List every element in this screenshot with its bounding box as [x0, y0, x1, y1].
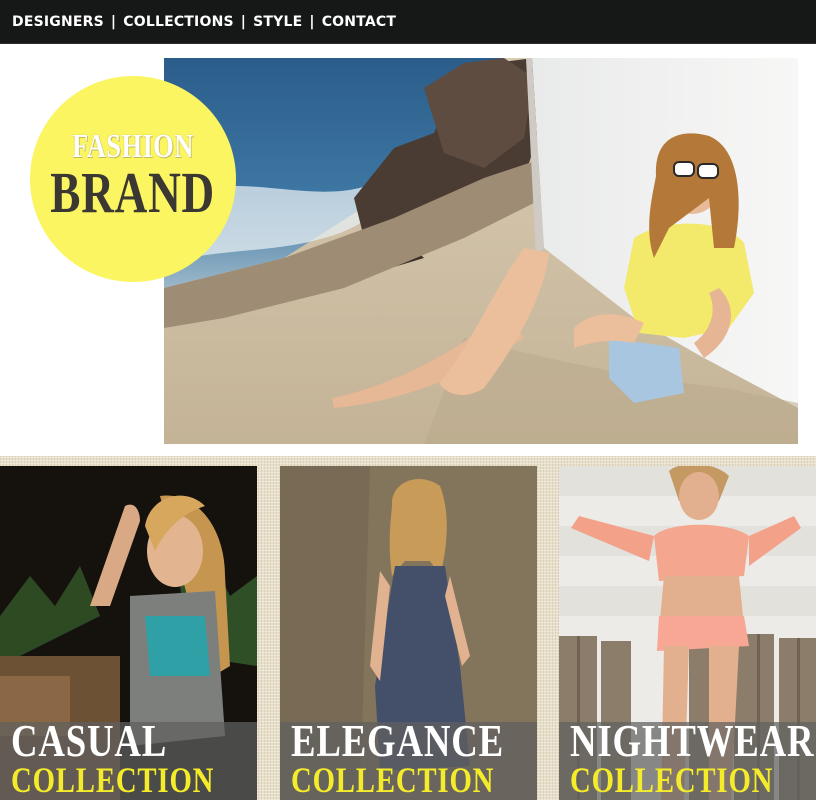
nav-contact[interactable]: CONTACT — [322, 14, 396, 30]
collection-card-nightwear[interactable]: NIGHTWEAR COLLECTION — [559, 466, 816, 800]
collection-subtitle: COLLECTION — [570, 760, 774, 800]
brand-logo-badge[interactable]: FASHION BRAND — [30, 76, 236, 282]
brand-logo-line1: FASHION — [72, 128, 194, 165]
hero-image — [164, 58, 798, 444]
collection-title: ELEGANCE — [291, 715, 504, 766]
collection-card-elegance[interactable]: ELEGANCE COLLECTION — [280, 466, 537, 800]
top-nav: DESIGNERS | COLLECTIONS | STYLE | CONTAC… — [0, 0, 816, 44]
brand-logo-line2: BRAND — [50, 160, 216, 225]
collection-title: CASUAL — [11, 715, 168, 766]
nav-designers[interactable]: DESIGNERS — [12, 14, 104, 30]
nav-style[interactable]: STYLE — [253, 14, 302, 30]
collection-title: NIGHTWEAR — [570, 715, 815, 766]
nav-separator: | — [110, 13, 117, 30]
nav-separator: | — [309, 13, 315, 30]
nav-separator: | — [240, 13, 247, 30]
collection-subtitle: COLLECTION — [11, 760, 215, 800]
collection-subtitle: COLLECTION — [291, 760, 495, 800]
nav-collections[interactable]: COLLECTIONS — [123, 14, 234, 30]
collection-card-casual[interactable]: CASUAL COLLECTION — [0, 466, 257, 800]
hero-photo-illustration — [164, 58, 798, 444]
